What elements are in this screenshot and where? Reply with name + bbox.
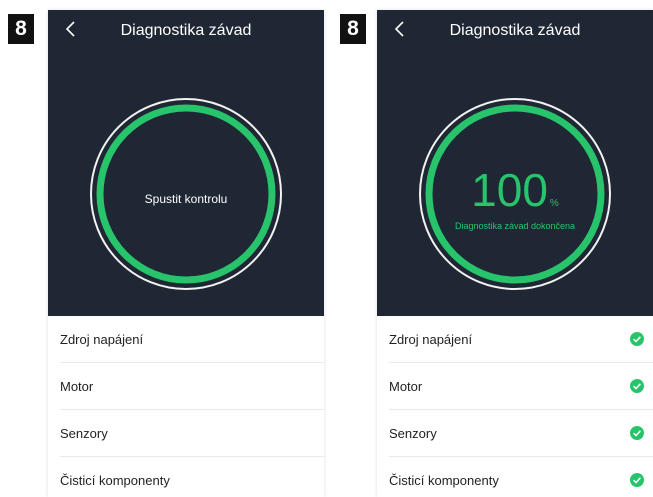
check-icon [630,473,644,487]
list-item-label: Senzory [60,425,108,441]
step-badge: 8 [340,14,366,44]
list-item: Čisticí komponenty [389,457,653,497]
list-item: Motor [389,363,653,410]
list-item: Motor [60,363,324,410]
hero-panel: Diagnostika závad 100% Diagnostika závad… [377,10,653,316]
list-item-label: Zdroj napájení [60,331,144,347]
check-icon [630,426,644,440]
step-badge: 8 [8,14,34,44]
component-list: Zdroj napájení Motor Senzory Čisticí kom… [48,316,324,497]
phone-screen-start: Diagnostika závad Spustit kontrolu Zdroj… [48,10,324,497]
list-item-label: Čisticí komponenty [389,472,499,488]
list-item-label: Zdroj napájení [389,331,473,347]
list-item: Zdroj napájení [60,316,324,363]
start-check-label[interactable]: Spustit kontrolu [48,192,324,206]
page-title: Diagnostika závad [449,22,581,39]
list-item-label: Motor [389,378,423,394]
check-icon [630,379,644,393]
progress-number: 100 [471,164,548,216]
list-item-label: Čisticí komponenty [60,472,170,488]
list-item: Zdroj napájení [389,316,653,363]
page-title: Diagnostika závad [120,22,252,39]
phone-screen-complete: Diagnostika závad 100% Diagnostika závad… [377,10,653,497]
check-icon [630,332,644,346]
list-item: Čisticí komponenty [60,457,324,497]
progress-unit: % [549,198,559,209]
list-item: Senzory [389,410,653,457]
list-item-label: Motor [60,378,94,394]
list-item: Senzory [60,410,324,457]
status-text: Diagnostika závad dokončena [454,221,576,231]
hero-panel: Diagnostika závad Spustit kontrolu [48,10,324,316]
progress-value: 100% [377,163,653,217]
component-list: Zdroj napájení Motor Senzory Čisticí kom… [377,316,653,497]
list-item-label: Senzory [389,425,437,441]
